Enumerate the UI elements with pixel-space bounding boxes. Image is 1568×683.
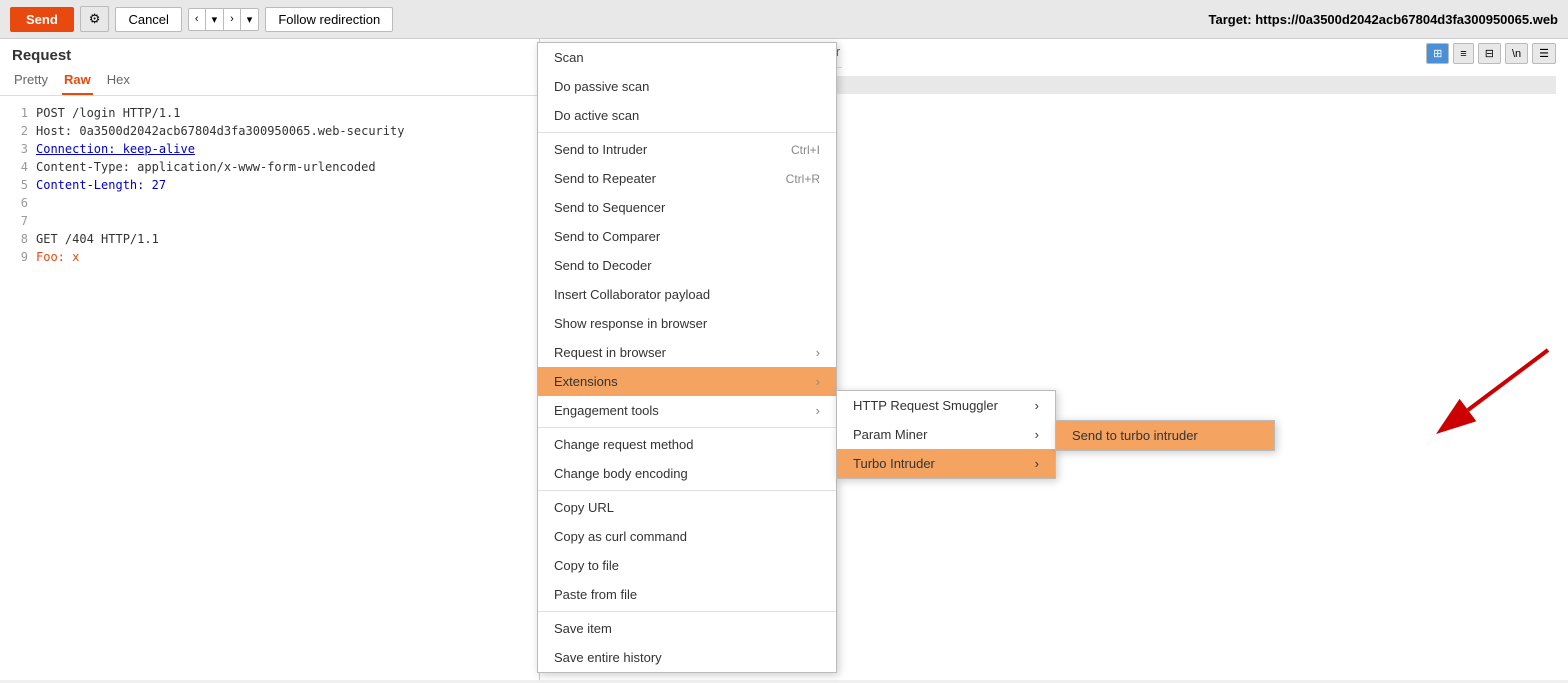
wordwrap-button[interactable]: \n — [1505, 43, 1528, 64]
menu-intruder[interactable]: Send to Intruder Ctrl+I — [538, 135, 836, 164]
context-menu: Scan Do passive scan Do active scan Send… — [537, 42, 837, 673]
menu-active-scan[interactable]: Do active scan — [538, 101, 836, 130]
target-text: Target: https://0a3500d2042acb67804d3fa3… — [1208, 12, 1558, 27]
submenu-send-turbo[interactable]: Send to turbo intruder — [1056, 421, 1274, 450]
cancel-button[interactable]: Cancel — [115, 7, 181, 32]
settings-button[interactable]: ☰ — [1532, 43, 1556, 64]
divider-3 — [538, 490, 836, 491]
follow-redirection-button[interactable]: Follow redirection — [265, 7, 393, 32]
view-split-button[interactable]: ⊞ — [1426, 43, 1449, 64]
nav-arrows: ‹ ▾ › ▾ — [188, 8, 259, 31]
menu-passive-scan[interactable]: Do passive scan — [538, 72, 836, 101]
divider-4 — [538, 611, 836, 612]
code-line-2: 2 Host: 0a3500d2042acb67804d3fa300950065… — [12, 122, 527, 140]
menu-sequencer[interactable]: Send to Sequencer — [538, 193, 836, 222]
menu-scan[interactable]: Scan — [538, 43, 836, 72]
divider-2 — [538, 427, 836, 428]
code-line-8: 8 GET /404 HTTP/1.1 — [12, 230, 527, 248]
menu-copy-file[interactable]: Copy to file — [538, 551, 836, 580]
menu-collaborator[interactable]: Insert Collaborator payload — [538, 280, 836, 309]
view-grid-button[interactable]: ⊟ — [1478, 43, 1501, 64]
code-line-3: 3 Connection: keep-alive — [12, 140, 527, 158]
tab-raw[interactable]: Raw — [62, 68, 93, 95]
view-list-button[interactable]: ≡ — [1453, 43, 1473, 64]
gear-button[interactable]: ⚙ — [80, 6, 110, 32]
tab-pretty[interactable]: Pretty — [12, 68, 50, 95]
submenu-param-miner[interactable]: Param Miner › — [837, 420, 1055, 449]
tab-hex[interactable]: Hex — [105, 68, 132, 95]
submenu-http-smuggler[interactable]: HTTP Request Smuggler › — [837, 391, 1055, 420]
request-title: Request — [0, 39, 539, 68]
menu-comparer[interactable]: Send to Comparer — [538, 222, 836, 251]
code-line-6: 6 — [12, 194, 527, 212]
back-dropdown[interactable]: ▾ — [206, 9, 225, 30]
menu-engagement[interactable]: Engagement tools › — [538, 396, 836, 425]
code-line-1: 1 POST /login HTTP/1.1 — [12, 104, 527, 122]
code-line-7: 7 — [12, 212, 527, 230]
menu-repeater[interactable]: Send to Repeater Ctrl+R — [538, 164, 836, 193]
menu-save-item[interactable]: Save item — [538, 614, 836, 643]
menu-copy-curl[interactable]: Copy as curl command — [538, 522, 836, 551]
request-pane: Request Pretty Raw Hex 1 POST /login HTT… — [0, 39, 540, 680]
extensions-submenu: HTTP Request Smuggler › Param Miner › Tu… — [836, 390, 1056, 479]
divider-1 — [538, 132, 836, 133]
toolbar: Send ⚙ Cancel ‹ ▾ › ▾ Follow redirection… — [0, 0, 1568, 39]
menu-request-browser[interactable]: Request in browser › — [538, 338, 836, 367]
menu-show-browser[interactable]: Show response in browser — [538, 309, 836, 338]
forward-button[interactable]: › — [224, 9, 241, 30]
menu-decoder[interactable]: Send to Decoder — [538, 251, 836, 280]
menu-copy-url[interactable]: Copy URL — [538, 493, 836, 522]
menu-extensions[interactable]: Extensions › — [538, 367, 836, 396]
menu-save-history[interactable]: Save entire history — [538, 643, 836, 672]
code-line-5: 5 Content-Length: 27 — [12, 176, 527, 194]
submenu-turbo-intruder[interactable]: Turbo Intruder › — [837, 449, 1055, 478]
turbo-intruder-submenu: Send to turbo intruder — [1055, 420, 1275, 451]
code-line-9: 9 Foo: x — [12, 248, 527, 266]
response-tools: ⊞ ≡ ⊟ \n ☰ — [1426, 39, 1556, 68]
request-code-area: 1 POST /login HTTP/1.1 2 Host: 0a3500d20… — [0, 96, 539, 680]
menu-change-method[interactable]: Change request method — [538, 430, 836, 459]
send-button[interactable]: Send — [10, 7, 74, 32]
code-line-4: 4 Content-Type: application/x-www-form-u… — [12, 158, 527, 176]
back-button[interactable]: ‹ — [189, 9, 206, 30]
forward-dropdown[interactable]: ▾ — [241, 9, 259, 30]
menu-paste-file[interactable]: Paste from file — [538, 580, 836, 609]
request-tab-bar: Pretty Raw Hex — [0, 68, 539, 96]
menu-change-body[interactable]: Change body encoding — [538, 459, 836, 488]
